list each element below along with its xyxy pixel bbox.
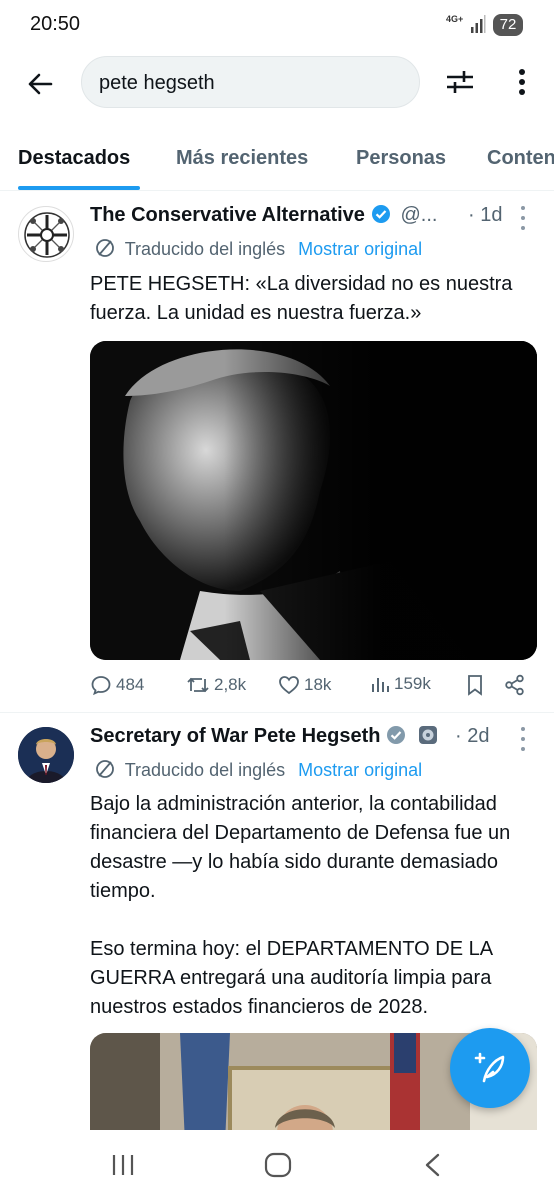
translated-label: Traducido del inglés <box>124 239 286 259</box>
translate-icon <box>96 239 114 257</box>
status-bar: 20:50 4G+ 72 <box>0 0 554 52</box>
views-chart-icon <box>372 678 389 692</box>
tweet-age: · 2d <box>455 725 490 747</box>
avatar[interactable] <box>18 727 74 783</box>
search-query: pete hegseth <box>99 72 215 94</box>
back-nav-icon[interactable] <box>422 1152 444 1178</box>
share-button[interactable] <box>504 674 526 696</box>
tweet-author[interactable]: Secretary of War Pete Hegseth <box>90 725 438 748</box>
reply-icon <box>91 676 111 696</box>
views-button[interactable]: 159k <box>370 674 431 694</box>
retweet-button[interactable]: 2,8k <box>186 674 246 696</box>
tab-top[interactable]: Destacados <box>18 147 130 170</box>
bookmark-icon <box>468 675 482 696</box>
like-button[interactable]: 18k <box>278 674 331 696</box>
search-tabs: Destacados Más recientes Personas Conten… <box>0 130 554 191</box>
share-icon <box>505 674 524 696</box>
battery-level: 72 <box>499 16 517 33</box>
affiliate-badge-icon <box>419 726 438 744</box>
more-options-button[interactable] <box>505 64 539 100</box>
translate-icon <box>96 760 114 778</box>
show-original-link[interactable]: Mostrar original <box>298 239 422 259</box>
profile-photo <box>18 727 74 783</box>
verified-gray-badge-icon <box>387 726 406 744</box>
back-arrow-icon <box>28 73 53 95</box>
tweet[interactable]: The Conservative Alternative @... · 1d T… <box>0 192 554 712</box>
active-tab-indicator <box>18 186 140 190</box>
reply-count: 484 <box>116 675 145 694</box>
tweet-text: Bajo la administración anterior, la cont… <box>90 793 511 1018</box>
translation-notice: Traducido del inglés Mostrar original <box>94 237 422 260</box>
search-input[interactable]: pete hegseth <box>81 56 420 108</box>
more-vertical-icon <box>519 69 525 95</box>
bookmark-button[interactable] <box>466 674 484 696</box>
author-handle: @... <box>400 204 438 226</box>
author-name[interactable]: The Conservative Alternative <box>90 204 365 226</box>
status-time: 20:50 <box>30 13 81 35</box>
search-filter-button[interactable] <box>440 64 480 100</box>
signal-icon <box>471 15 486 33</box>
avatar[interactable] <box>18 206 74 262</box>
system-nav-bar <box>0 1130 554 1200</box>
heart-icon <box>279 676 299 695</box>
compose-feather-icon <box>474 1052 505 1083</box>
tweet-menu-button[interactable] <box>518 727 528 751</box>
tweet-age: · 1d <box>468 204 503 226</box>
recent-apps-icon[interactable] <box>110 1152 136 1178</box>
home-icon[interactable] <box>264 1152 292 1178</box>
tweet-image[interactable] <box>90 341 537 660</box>
like-count: 18k <box>304 675 332 694</box>
tab-latest[interactable]: Más recientes <box>176 147 308 170</box>
cross-emblem-icon <box>24 212 70 258</box>
retweet-icon <box>187 677 209 693</box>
tab-media[interactable]: Contenido multimedia <box>487 147 554 170</box>
retweet-count: 2,8k <box>214 675 247 694</box>
view-count: 159k <box>394 674 431 693</box>
network-type: 4G+ <box>446 14 464 24</box>
verified-badge-icon <box>371 205 390 223</box>
tweet-actions: 484 2,8k 18k 159k <box>90 674 535 704</box>
portrait-photo <box>90 341 537 660</box>
translation-notice: Traducido del inglés Mostrar original <box>94 758 422 781</box>
compose-post-button[interactable] <box>450 1028 530 1108</box>
tweet-menu-button[interactable] <box>518 206 528 230</box>
battery-icon: 72 <box>493 14 523 36</box>
search-header: pete hegseth <box>0 52 554 114</box>
filter-sliders-icon <box>447 71 473 93</box>
translated-label: Traducido del inglés <box>124 760 286 780</box>
author-name[interactable]: Secretary of War Pete Hegseth <box>90 725 380 747</box>
tweet-author[interactable]: The Conservative Alternative @... <box>90 204 437 227</box>
tab-people[interactable]: Personas <box>356 147 446 170</box>
tweet-text: PETE HEGSETH: «La diversidad no es nuest… <box>90 273 518 324</box>
show-original-link[interactable]: Mostrar original <box>298 760 422 780</box>
back-button[interactable] <box>22 66 58 102</box>
reply-button[interactable]: 484 <box>90 674 144 696</box>
